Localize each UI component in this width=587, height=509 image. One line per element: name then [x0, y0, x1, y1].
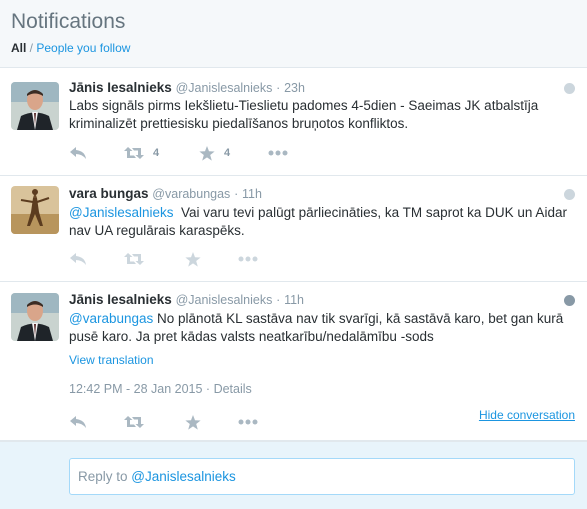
user-name[interactable]: Jānis Iesalnieks — [69, 80, 172, 95]
filter-people-you-follow[interactable]: People you follow — [36, 41, 130, 55]
avatar[interactable] — [11, 82, 59, 130]
tweet-timestamp[interactable]: 12:42 PM - 28 Jan 2015 — [69, 382, 202, 396]
tweet-header: vara bungas @varabungas · 11h — [69, 186, 262, 201]
more-button[interactable] — [268, 145, 288, 161]
tweet-header: Jānis Iesalnieks @Janislesalnieks · 23h — [69, 80, 305, 95]
more-icon — [238, 256, 258, 262]
favorite-button[interactable]: 4 — [199, 145, 230, 161]
retweet-icon — [124, 252, 144, 266]
tweet-time[interactable]: 11h — [284, 293, 304, 307]
tweet-text: @Janislesalnieks Vai varu tevi palūgt pā… — [69, 204, 569, 240]
notifications-header: Notifications All / People you follow — [0, 0, 587, 68]
user-handle[interactable]: @varabungas — [152, 187, 230, 201]
details-link[interactable]: Details — [214, 382, 252, 396]
avatar[interactable] — [11, 293, 59, 341]
reply-icon — [69, 146, 87, 160]
globe-icon — [564, 295, 575, 306]
mention-link[interactable]: @varabungas — [69, 311, 153, 326]
separator-dot: · — [205, 382, 211, 396]
filter-all[interactable]: All — [11, 41, 26, 55]
globe-icon — [564, 83, 575, 94]
favorite-button[interactable] — [185, 251, 201, 267]
retweet-icon — [124, 415, 144, 429]
more-icon — [238, 419, 258, 425]
favorite-icon — [185, 414, 201, 430]
user-name[interactable]: Jānis Iesalnieks — [69, 292, 172, 307]
tweet-text: Labs signāls pirms Iekšlietu-Tieslietu p… — [69, 98, 539, 131]
user-name[interactable]: vara bungas — [69, 186, 149, 201]
tweet-item-expanded[interactable]: Jānis Iesalnieks @Janislesalnieks · 11h … — [0, 283, 587, 441]
favorite-icon — [185, 251, 201, 267]
tweet-item[interactable]: vara bungas @varabungas · 11h @Janislesa… — [0, 177, 587, 282]
globe-icon — [564, 189, 575, 200]
retweet-count: 4 — [153, 147, 160, 159]
reply-input[interactable]: Reply to @Janislesalnieks — [69, 458, 575, 495]
more-button[interactable] — [238, 251, 258, 267]
tweet-actions: 4 4 — [69, 145, 309, 161]
more-icon — [268, 150, 288, 156]
reply-button[interactable] — [69, 145, 87, 161]
tweet-text: @varabungas No plānotā KL sastāva nav ti… — [69, 310, 569, 346]
tweet-time[interactable]: 23h — [284, 81, 305, 95]
tweet-actions — [69, 414, 309, 430]
reply-button[interactable] — [69, 251, 87, 267]
retweet-button[interactable]: 4 — [124, 145, 159, 161]
separator-dot: · — [276, 81, 281, 95]
more-button[interactable] — [238, 414, 258, 430]
retweet-icon — [124, 146, 144, 160]
retweet-button[interactable] — [124, 414, 144, 430]
favorite-count: 4 — [224, 147, 231, 159]
page-title: Notifications — [11, 10, 126, 33]
tweet-time[interactable]: 11h — [242, 187, 262, 201]
tweet-header: Jānis Iesalnieks @Janislesalnieks · 11h — [69, 292, 304, 307]
hide-conversation-link[interactable]: Hide conversation — [479, 408, 575, 422]
separator-dot: · — [276, 293, 281, 307]
reply-handle: @Janislesalnieks — [131, 469, 236, 484]
mention-link[interactable]: @Janislesalnieks — [69, 205, 174, 220]
user-handle[interactable]: @Janislesalnieks — [176, 293, 273, 307]
avatar[interactable] — [11, 186, 59, 234]
reply-button[interactable] — [69, 414, 87, 430]
tweet-actions — [69, 251, 309, 267]
reply-icon — [69, 415, 87, 429]
tweet-item[interactable]: Jānis Iesalnieks @Janislesalnieks · 23h … — [0, 69, 587, 176]
tweet-metadata: 12:42 PM - 28 Jan 2015 · Details — [69, 382, 252, 396]
retweet-button[interactable] — [124, 251, 144, 267]
reply-icon — [69, 252, 87, 266]
separator-dot: · — [234, 187, 239, 201]
filter-separator: / — [26, 41, 37, 55]
favorite-icon — [199, 145, 215, 161]
notification-filters: All / People you follow — [11, 41, 130, 55]
view-translation-link[interactable]: View translation — [69, 353, 154, 367]
reply-composer: Reply to @Janislesalnieks — [0, 441, 587, 509]
favorite-button[interactable] — [185, 414, 201, 430]
reply-prefix: Reply to — [78, 469, 132, 484]
user-handle[interactable]: @Janislesalnieks — [176, 81, 273, 95]
